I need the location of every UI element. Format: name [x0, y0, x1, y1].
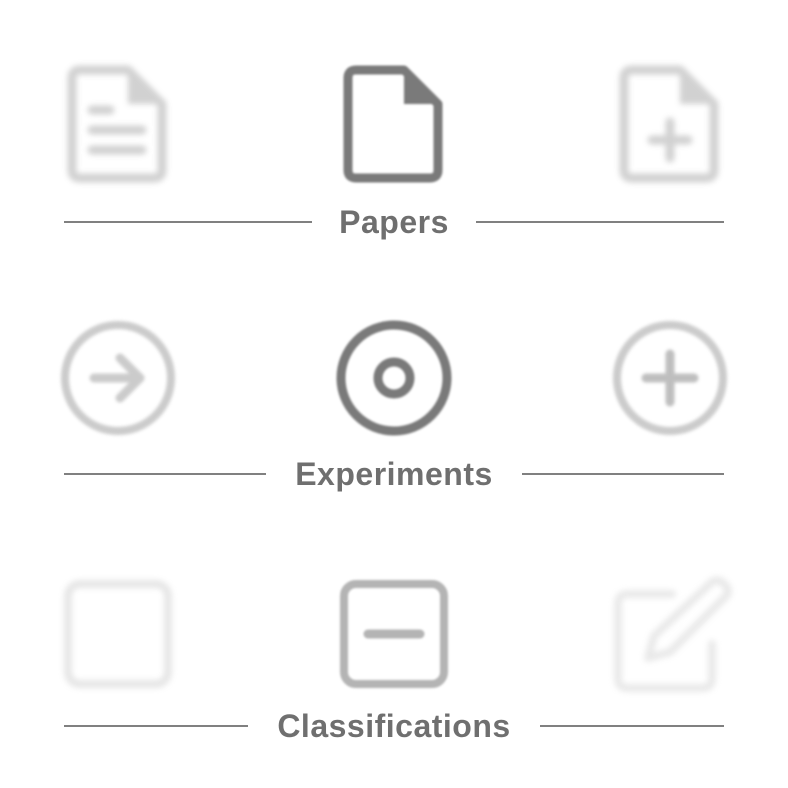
document-add-icon[interactable] [618, 64, 720, 184]
record-circle-icon[interactable] [334, 320, 454, 440]
square-icon[interactable] [62, 578, 174, 690]
minus-square-icon[interactable] [338, 578, 450, 690]
document-text-icon[interactable] [66, 64, 168, 184]
section-label-experiments: Experiments [295, 456, 493, 492]
section-label-papers: Papers [339, 204, 449, 240]
document-icon[interactable] [342, 64, 444, 184]
edit-square-icon[interactable] [610, 574, 734, 694]
arrow-circle-right-icon[interactable] [58, 320, 178, 440]
section-label-classifications: Classifications [277, 708, 511, 744]
plus-circle-icon[interactable] [610, 320, 730, 440]
